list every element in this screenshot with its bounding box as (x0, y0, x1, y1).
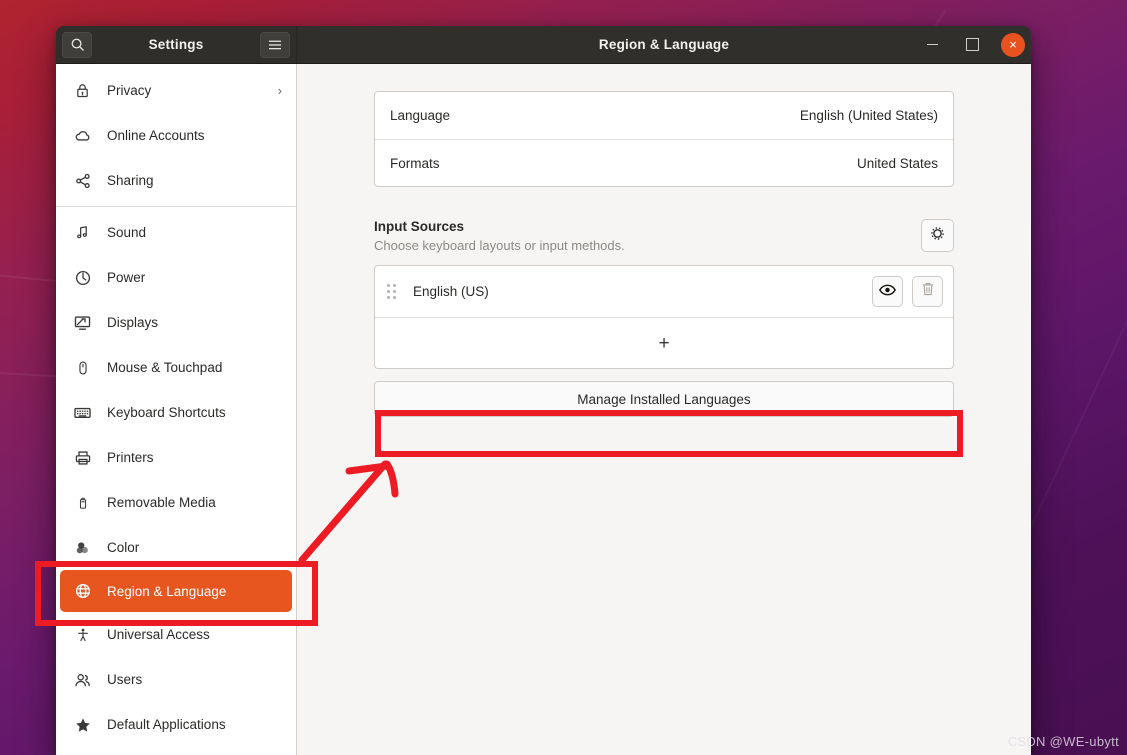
input-source-name: English (US) (413, 284, 489, 299)
sidebar-item-label: Removable Media (107, 495, 216, 510)
sidebar-header: Settings (56, 26, 297, 63)
remove-source-button[interactable] (912, 276, 943, 307)
power-icon (72, 269, 93, 287)
sidebar-item-label: Mouse & Touchpad (107, 360, 223, 375)
sidebar-item-displays[interactable]: Displays (56, 300, 296, 345)
add-input-source-button[interactable]: + (375, 318, 953, 368)
sidebar-item-printers[interactable]: Printers (56, 435, 296, 480)
desktop-wallpaper: Settings Region & Language × Privacy › O… (0, 0, 1127, 755)
music-note-icon (72, 224, 93, 241)
watermark: CSDN @WE-ubytt (1007, 734, 1119, 749)
menu-button[interactable] (260, 31, 290, 58)
drag-handle-icon[interactable] (387, 284, 399, 299)
share-nodes-icon (72, 172, 93, 190)
globe-icon (72, 582, 93, 600)
formats-label: Formats (390, 155, 440, 171)
input-options-button[interactable] (921, 219, 954, 252)
search-button[interactable] (62, 31, 92, 58)
preview-layout-button[interactable] (872, 276, 903, 307)
window-controls: × (921, 32, 1025, 57)
input-sources-title: Input Sources (374, 219, 465, 234)
input-sources-subtitle: Choose keyboard layouts or input methods… (374, 238, 625, 253)
maximize-button[interactable] (961, 34, 983, 56)
sidebar-item-label: Keyboard Shortcuts (107, 405, 226, 420)
sidebar-item-label: Sharing (107, 173, 154, 188)
sidebar-item-label: Color (107, 540, 140, 555)
minimize-button[interactable] (921, 34, 943, 56)
sidebar-item-label: Online Accounts (107, 128, 205, 143)
sidebar-item-sharing[interactable]: Sharing (56, 158, 296, 203)
sidebar-title: Settings (148, 37, 204, 52)
region-language-panel: Language English (United States) Formats… (297, 64, 1031, 755)
sidebar-item-label: Universal Access (107, 627, 210, 642)
chevron-right-icon: › (277, 83, 282, 98)
sidebar-item-label: Region & Language (107, 583, 227, 599)
language-label: Language (390, 108, 451, 123)
close-button[interactable]: × (1001, 32, 1025, 57)
sidebar-item-default-applications[interactable]: Default Applications (56, 702, 296, 747)
language-value: English (United States) (799, 108, 938, 123)
lock-icon (72, 82, 93, 99)
hamburger-menu-icon (268, 39, 282, 51)
gear-icon (929, 225, 946, 247)
eye-icon (879, 283, 896, 301)
sidebar-item-label: Default Applications (107, 717, 226, 732)
main-header: Region & Language × (297, 26, 1031, 63)
sidebar-item-label: Displays (107, 315, 159, 330)
locale-card: Language English (United States) Formats… (374, 91, 954, 187)
input-source-row[interactable]: English (US) (375, 266, 953, 318)
plus-icon: + (658, 332, 670, 354)
sidebar-item-label: Privacy (107, 83, 152, 98)
users-icon (72, 671, 93, 689)
input-sources-card: English (US) + (374, 265, 954, 369)
accessibility-icon (72, 626, 93, 644)
sidebar-item-label: Sound (107, 225, 147, 240)
sidebar-item-online-accounts[interactable]: Online Accounts (56, 113, 296, 158)
settings-window: Settings Region & Language × Privacy › O… (56, 26, 1031, 755)
sidebar-separator (56, 206, 296, 207)
monitor-icon (72, 313, 93, 332)
sidebar-item-color[interactable]: Color (56, 525, 296, 570)
sidebar-item-mouse-touchpad[interactable]: Mouse & Touchpad (56, 345, 296, 390)
sidebar-item-label: Printers (107, 450, 154, 465)
mouse-icon (72, 359, 93, 377)
trash-icon (921, 281, 935, 302)
sidebar-item-keyboard-shortcuts[interactable]: Keyboard Shortcuts (56, 390, 296, 435)
usb-drive-icon (72, 494, 93, 512)
sidebar-item-sound[interactable]: Sound (56, 210, 296, 255)
sidebar-item-label: Users (107, 672, 143, 687)
formats-row[interactable]: Formats United States (375, 139, 953, 186)
cloud-icon (72, 127, 93, 145)
input-sources-header: Input Sources Choose keyboard layouts or… (374, 219, 954, 253)
window-body: Privacy › Online Accounts Sharing Sound Power… (56, 64, 1031, 755)
sidebar-item-label: Power (107, 270, 146, 285)
sidebar-item-privacy[interactable]: Privacy › (56, 68, 296, 113)
star-icon (72, 716, 93, 734)
color-profile-icon (72, 539, 93, 557)
sidebar-item-region-language[interactable]: Region & Language (60, 570, 292, 612)
printer-icon (72, 449, 93, 467)
sidebar-item-power[interactable]: Power (56, 255, 296, 300)
sidebar-item-users[interactable]: Users (56, 657, 296, 702)
sidebar-item-universal-access[interactable]: Universal Access (56, 612, 296, 657)
search-icon (70, 37, 85, 52)
formats-value: United States (856, 155, 938, 171)
window-titlebar: Settings Region & Language × (56, 26, 1031, 64)
settings-sidebar: Privacy › Online Accounts Sharing Sound Power… (56, 64, 297, 755)
sidebar-item-removable-media[interactable]: Removable Media (56, 480, 296, 525)
language-row[interactable]: Language English (United States) (375, 92, 953, 139)
manage-installed-languages-button[interactable]: Manage Installed Languages (374, 381, 954, 417)
keyboard-icon (72, 403, 93, 422)
